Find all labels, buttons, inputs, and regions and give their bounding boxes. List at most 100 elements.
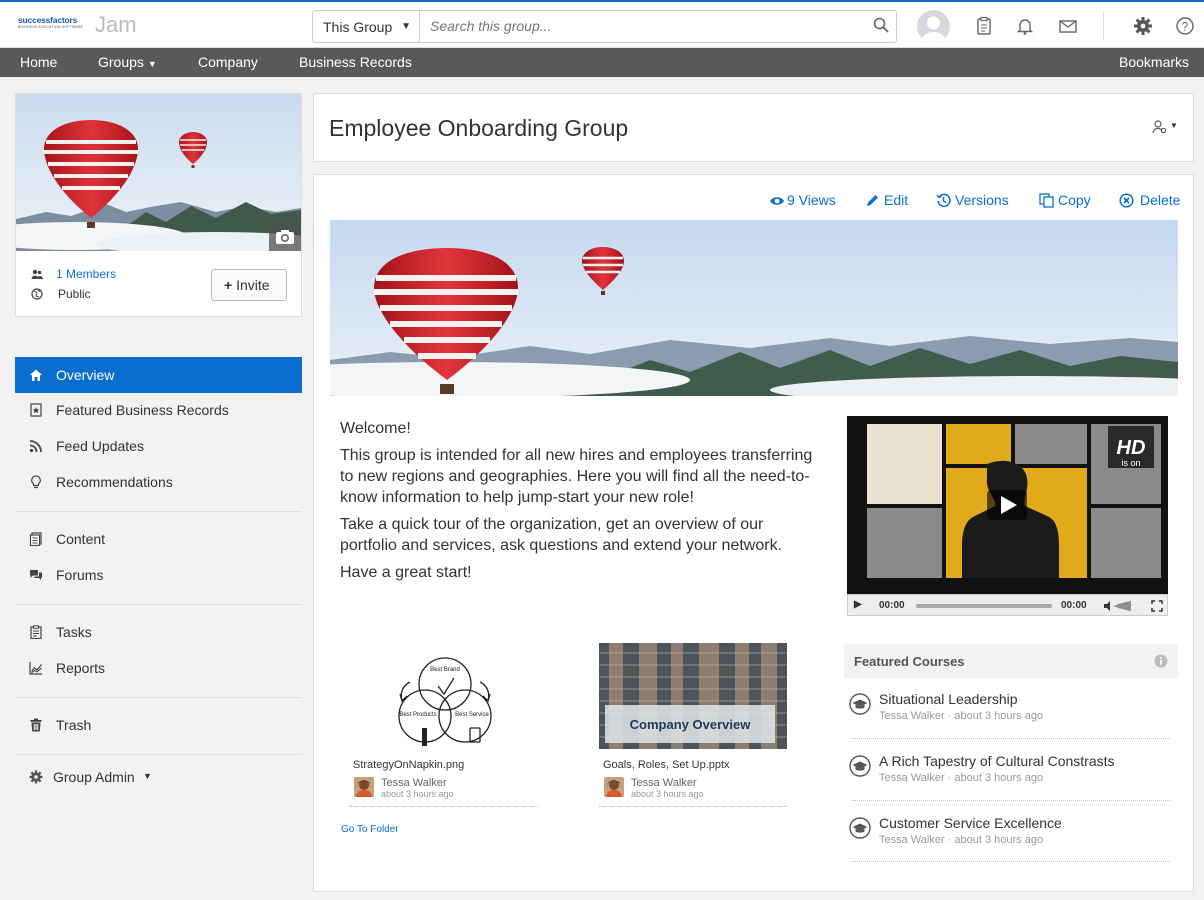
page-header: Employee Onboarding Group ▼ bbox=[313, 93, 1194, 162]
user-avatar[interactable] bbox=[917, 10, 950, 43]
visibility-label: Public bbox=[58, 287, 91, 301]
caret-down-icon: ▼ bbox=[1170, 121, 1178, 130]
sidebar-item-label: Featured Business Records bbox=[56, 402, 229, 418]
help-icon[interactable]: ? bbox=[1175, 16, 1195, 36]
delete-icon bbox=[1119, 193, 1134, 208]
sidebar-item-forums[interactable]: Forums bbox=[15, 557, 302, 593]
divider bbox=[599, 806, 787, 807]
napkin-label: Best Brand bbox=[430, 667, 460, 673]
sidebar-item-feed-updates[interactable]: Feed Updates bbox=[15, 428, 302, 464]
avatar bbox=[604, 777, 624, 797]
group-profile-card: 1 Members Public + Invite bbox=[15, 93, 302, 317]
search-input[interactable] bbox=[420, 11, 860, 41]
search-scope-dropdown[interactable]: This Group ▼ bbox=[312, 10, 420, 43]
mail-icon[interactable] bbox=[1058, 16, 1078, 36]
featured-courses-title: Featured Courses bbox=[854, 654, 965, 669]
members-icon bbox=[31, 269, 43, 279]
sidebar-item-label: Reports bbox=[56, 660, 106, 676]
delete-label: Delete bbox=[1140, 192, 1181, 208]
sidebar-item-recommendations[interactable]: Recommendations bbox=[15, 464, 302, 500]
hd-sublabel: is on bbox=[1121, 458, 1140, 468]
go-to-folder-link[interactable]: Go To Folder bbox=[341, 824, 399, 835]
sidebar-item-label: Recommendations bbox=[56, 474, 173, 490]
plus-icon: + bbox=[224, 277, 233, 293]
main-nav: Home Groups ▼ Company Business Records B… bbox=[0, 48, 1204, 77]
document-thumbnail[interactable]: Company Overview bbox=[599, 643, 787, 749]
divider bbox=[1103, 12, 1104, 40]
course-title[interactable]: Customer Service Excellence bbox=[879, 815, 1062, 831]
nav-bookmarks[interactable]: Bookmarks bbox=[1119, 54, 1189, 70]
sidebar-item-featured-business-records[interactable]: Featured Business Records bbox=[15, 392, 302, 428]
clipboard-icon bbox=[30, 625, 42, 639]
course-meta: Tessa Walker · about 3 hours ago bbox=[879, 834, 1044, 846]
napkin-label: Best Products bbox=[399, 712, 436, 718]
svg-text:?: ? bbox=[1182, 20, 1189, 34]
graduation-cap-icon bbox=[849, 817, 871, 839]
video-player[interactable]: HD is on bbox=[847, 416, 1168, 616]
divider bbox=[15, 697, 302, 698]
info-icon[interactable] bbox=[1154, 654, 1168, 668]
featured-courses-header: Featured Courses bbox=[844, 644, 1178, 678]
documents-icon bbox=[29, 532, 42, 546]
members-link[interactable]: 1 Members bbox=[56, 267, 116, 281]
overview-panel: 9 Views Edit Versions Copy Delete Welcom… bbox=[313, 174, 1194, 892]
invite-button[interactable]: + Invite bbox=[211, 269, 287, 301]
total-time: 00:00 bbox=[1061, 600, 1087, 611]
nav-home[interactable]: Home bbox=[20, 54, 57, 70]
document-owner[interactable]: Tessa Walker bbox=[631, 777, 697, 789]
sidebar-item-label: Overview bbox=[56, 367, 115, 383]
course-title[interactable]: Situational Leadership bbox=[879, 691, 1018, 707]
sidebar-item-label: Tasks bbox=[56, 624, 92, 640]
current-time: 00:00 bbox=[879, 600, 905, 611]
successfactors-logo[interactable]: successfactors BUSINESS EXECUTION SOFTWA… bbox=[18, 16, 86, 36]
slide-title: Company Overview bbox=[629, 717, 751, 732]
welcome-paragraph: Take a quick tour of the organization, g… bbox=[340, 516, 783, 554]
document-name[interactable]: Goals, Roles, Set Up.pptx bbox=[603, 759, 730, 771]
sidebar-item-tasks[interactable]: Tasks bbox=[15, 614, 302, 650]
nav-company[interactable]: Company bbox=[198, 54, 258, 70]
group-photo bbox=[16, 94, 301, 251]
welcome-text: Welcome! This group is intended for all … bbox=[340, 418, 820, 589]
search-scope-label: This Group bbox=[323, 19, 393, 35]
course-title[interactable]: A Rich Tapestry of Cultural Constrasts bbox=[879, 753, 1115, 769]
forum-icon bbox=[30, 570, 42, 580]
bell-icon[interactable] bbox=[1015, 16, 1035, 36]
seek-bar[interactable] bbox=[916, 604, 1052, 608]
divider bbox=[852, 800, 1170, 801]
sidebar-item-overview[interactable]: Overview bbox=[15, 357, 302, 393]
course-time: about 3 hours ago bbox=[954, 772, 1044, 784]
search-icon[interactable] bbox=[872, 16, 890, 34]
document-owner[interactable]: Tessa Walker bbox=[381, 777, 447, 789]
clipboard-icon[interactable] bbox=[974, 16, 994, 36]
nav-business-records[interactable]: Business Records bbox=[299, 54, 412, 70]
change-photo-button[interactable] bbox=[269, 223, 301, 251]
gear-icon bbox=[29, 770, 43, 784]
course-meta: Tessa Walker · about 3 hours ago bbox=[879, 772, 1044, 784]
play-button[interactable]: ▶ bbox=[854, 599, 862, 610]
volume-icon[interactable] bbox=[1104, 600, 1136, 612]
eye-icon bbox=[770, 197, 784, 205]
sidebar-item-content[interactable]: Content bbox=[15, 521, 302, 557]
app-name: Jam bbox=[95, 12, 137, 37]
member-options-button[interactable]: ▼ bbox=[1152, 119, 1182, 137]
course-time: about 3 hours ago bbox=[954, 834, 1044, 846]
course-owner[interactable]: Tessa Walker bbox=[879, 772, 945, 784]
document-thumbnail[interactable]: Best Brand Best Products Best Service bbox=[350, 642, 538, 749]
nav-groups-label: Groups bbox=[98, 54, 144, 70]
course-owner[interactable]: Tessa Walker bbox=[879, 710, 945, 722]
napkin-label: Best Service bbox=[455, 712, 489, 718]
welcome-heading: Welcome! bbox=[340, 420, 411, 437]
sidebar-item-reports[interactable]: Reports bbox=[15, 650, 302, 686]
document-name[interactable]: StrategyOnNapkin.png bbox=[353, 759, 464, 771]
group-admin-menu[interactable]: Group Admin ▼ bbox=[15, 759, 302, 795]
fullscreen-icon[interactable] bbox=[1151, 600, 1163, 612]
trash-icon bbox=[30, 718, 42, 732]
document-time: about 3 hours ago bbox=[381, 789, 454, 799]
course-owner[interactable]: Tessa Walker bbox=[879, 834, 945, 846]
lightbulb-icon bbox=[31, 475, 41, 489]
nav-groups[interactable]: Groups ▼ bbox=[98, 54, 157, 70]
divider bbox=[852, 738, 1170, 739]
gear-icon[interactable] bbox=[1133, 16, 1153, 36]
graduation-cap-icon bbox=[849, 755, 871, 777]
sidebar-item-trash[interactable]: Trash bbox=[15, 707, 302, 743]
